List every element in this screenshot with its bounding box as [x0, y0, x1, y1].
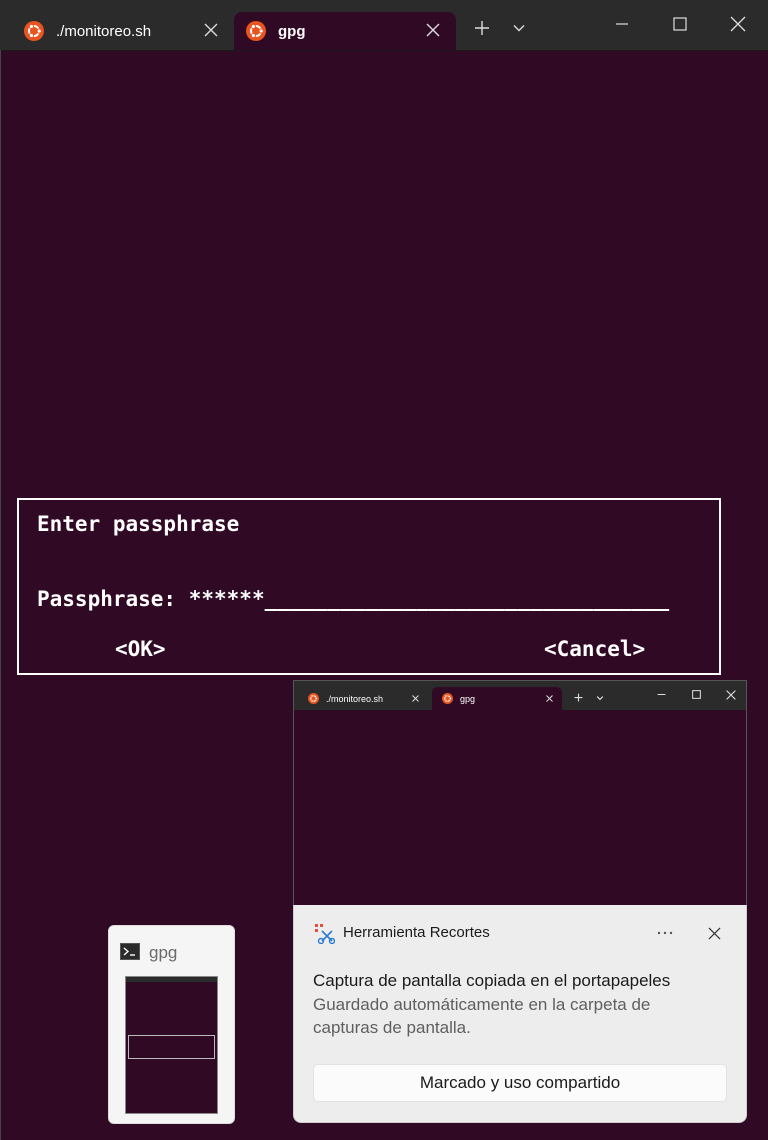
ok-button[interactable]: <OK>	[115, 637, 166, 661]
tab-dropdown-button[interactable]	[505, 14, 533, 42]
close-tab-icon	[546, 695, 553, 702]
plus-icon	[475, 21, 489, 35]
close-tab-icon[interactable]	[424, 21, 442, 39]
ubuntu-icon	[442, 693, 453, 704]
passphrase-input[interactable]: ******________________________________	[189, 587, 669, 611]
thumb-preview-image	[125, 976, 218, 1114]
chevron-down-icon	[513, 25, 525, 32]
tab-label: gpg	[278, 22, 306, 40]
ubuntu-icon	[24, 21, 44, 41]
screenshot-preview[interactable]: ./monitoreo.sh gpg	[293, 680, 747, 906]
markup-share-button[interactable]: Marcado y uso compartido	[313, 1064, 727, 1102]
passphrase-label: Passphrase:	[37, 587, 177, 611]
thumb-title: gpg	[149, 943, 178, 962]
ubuntu-icon	[246, 21, 266, 41]
taskbar-thumbnail[interactable]: gpg	[108, 925, 235, 1124]
close-icon[interactable]	[708, 927, 721, 940]
close-tab-icon[interactable]	[202, 21, 220, 39]
title-bar: ./monitoreo.sh gpg	[0, 0, 768, 51]
snipping-tool-notification[interactable]: Herramienta Recortes Captura de pantalla…	[293, 905, 747, 1123]
minimize-icon	[657, 693, 666, 696]
cancel-button[interactable]: <Cancel>	[544, 637, 645, 661]
tab-monitoreo[interactable]: ./monitoreo.sh	[12, 12, 234, 50]
ubuntu-icon	[308, 693, 319, 704]
maximize-icon	[692, 690, 701, 699]
tab-label: ./monitoreo.sh	[326, 693, 384, 704]
toast-app-name: Herramienta Recortes	[343, 924, 490, 941]
dialog-title: Enter passphrase	[37, 512, 240, 536]
close-window-button[interactable]	[724, 10, 752, 38]
maximize-icon	[673, 17, 687, 31]
minimize-icon	[616, 23, 628, 25]
close-icon	[730, 16, 746, 32]
tab-label: gpg	[460, 693, 476, 704]
toast-body: Guardado automáticamente en la carpeta d…	[313, 995, 651, 1037]
minimize-button[interactable]	[608, 10, 636, 38]
tab-label: ./monitoreo.sh	[56, 22, 152, 40]
chevron-down-icon	[596, 696, 604, 701]
preview-tab-monitoreo: ./monitoreo.sh	[298, 687, 428, 710]
passphrase-row[interactable]: Passphrase: ******______________________…	[37, 587, 669, 611]
snipping-tool-icon	[315, 924, 335, 944]
more-dots-icon[interactable]	[656, 930, 674, 936]
terminal-icon	[120, 943, 140, 960]
preview-title-bar: ./monitoreo.sh gpg	[294, 681, 746, 710]
passphrase-dialog: Enter passphrase Passphrase: ******_____…	[17, 498, 721, 675]
maximize-button[interactable]	[666, 10, 694, 38]
close-icon	[726, 690, 736, 700]
preview-tab-gpg: gpg	[432, 687, 562, 710]
close-tab-icon	[412, 695, 419, 702]
tab-gpg[interactable]: gpg	[234, 12, 456, 50]
plus-icon	[574, 693, 583, 702]
new-tab-button[interactable]	[468, 14, 496, 42]
toast-title: Captura de pantalla copiada en el portap…	[313, 971, 671, 990]
